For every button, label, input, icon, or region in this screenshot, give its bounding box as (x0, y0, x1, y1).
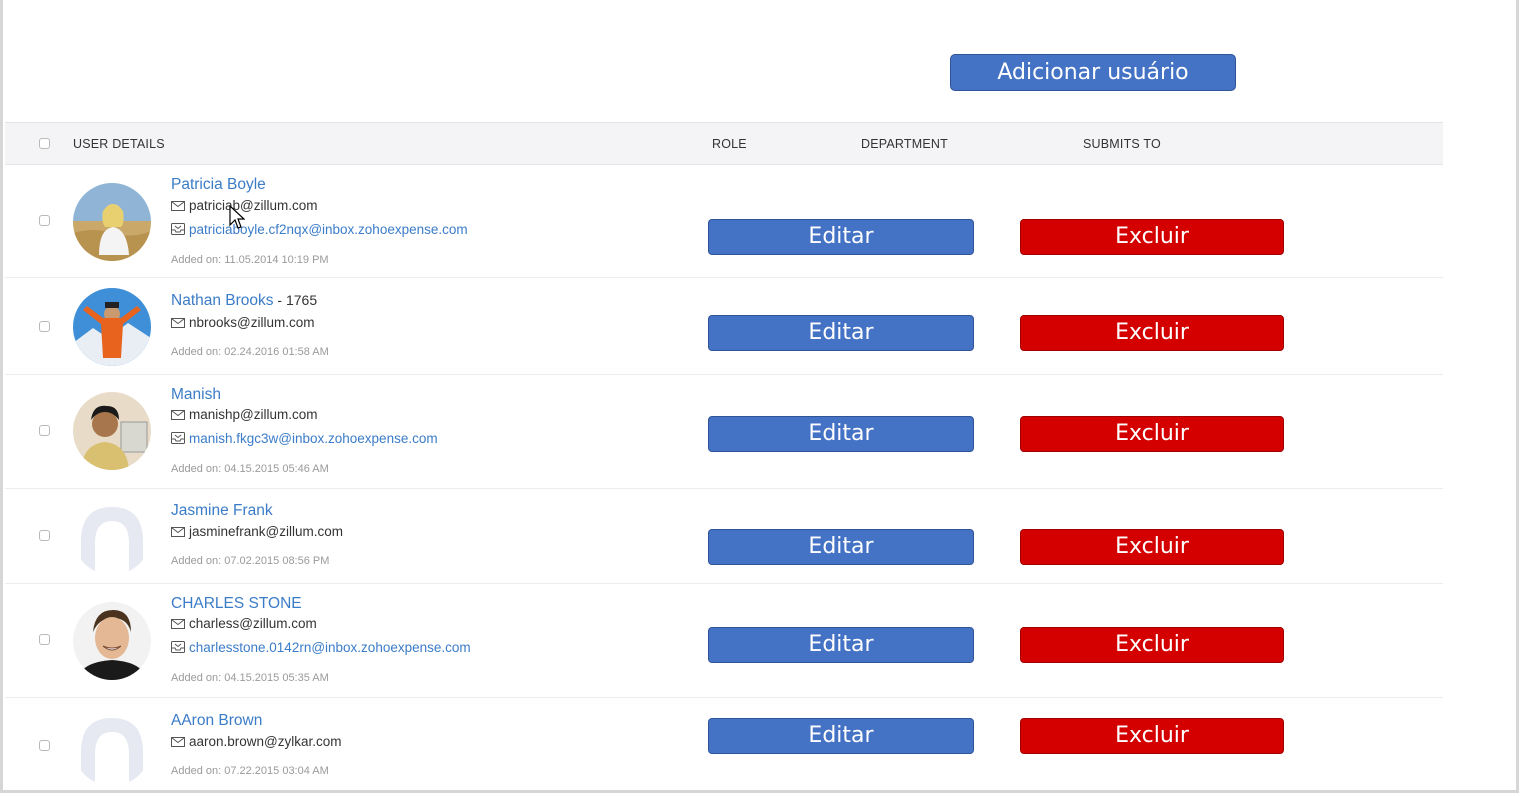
table-header: USER DETAILS ROLE DEPARTMENT SUBMITS TO (5, 122, 1443, 165)
user-inbox: patriciaboyle.cf2nqx@inbox.zohoexpense.c… (171, 222, 468, 237)
edit-button[interactable]: Editar (708, 718, 974, 754)
mouse-cursor-icon (229, 205, 245, 229)
added-on: Added on: 07.22.2015 03:04 AM (171, 765, 329, 777)
added-on: Added on: 04.15.2015 05:46 AM (171, 463, 329, 475)
table-row: Nathan Brooks - 1765 nbrooks@zillum.com … (5, 278, 1443, 375)
row-checkbox[interactable] (39, 321, 50, 332)
user-email-text: manishp@zillum.com (189, 407, 318, 422)
header-submits-to[interactable]: SUBMITS TO (1083, 123, 1161, 165)
edit-button[interactable]: Editar (708, 529, 974, 565)
delete-button[interactable]: Excluir (1020, 416, 1284, 452)
row-checkbox[interactable] (39, 530, 50, 541)
user-email-text: nbrooks@zillum.com (189, 315, 315, 330)
user-name-link[interactable]: Jasmine Frank (171, 502, 273, 520)
user-name-text: Nathan Brooks (171, 292, 274, 309)
edit-button[interactable]: Editar (708, 219, 974, 255)
header-user-details[interactable]: USER DETAILS (73, 123, 165, 165)
table-row: Patricia Boyle patriciab@zillum.com patr… (5, 165, 1443, 278)
mail-icon (171, 619, 185, 629)
edit-button[interactable]: Editar (708, 416, 974, 452)
delete-button[interactable]: Excluir (1020, 718, 1284, 754)
user-name-link[interactable]: CHARLES STONE (171, 595, 302, 613)
user-name-link[interactable]: Manish (171, 386, 221, 404)
header-department[interactable]: DEPARTMENT (861, 123, 948, 165)
row-checkbox[interactable] (39, 740, 50, 751)
add-user-button[interactable]: Adicionar usuário (950, 54, 1236, 91)
select-all-checkbox[interactable] (39, 138, 50, 149)
avatar (73, 602, 151, 680)
user-email-text: patriciab@zillum.com (189, 198, 318, 213)
table-row: CHARLES STONE charless@zillum.com charle… (5, 584, 1443, 698)
placeholder-avatar-icon (73, 708, 151, 786)
avatar (73, 288, 151, 366)
user-inbox: charlesstone.0142rn@inbox.zohoexpense.co… (171, 640, 471, 655)
mail-icon (171, 318, 185, 328)
edit-button[interactable]: Editar (708, 315, 974, 351)
inbox-email-link[interactable]: charlesstone.0142rn@inbox.zohoexpense.co… (189, 640, 471, 655)
user-inbox: manish.fkgc3w@inbox.zohoexpense.com (171, 431, 438, 446)
delete-button[interactable]: Excluir (1020, 219, 1284, 255)
added-on: Added on: 04.15.2015 05:35 AM (171, 672, 329, 684)
inbox-icon (171, 641, 185, 653)
delete-button[interactable]: Excluir (1020, 627, 1284, 663)
user-email: charless@zillum.com (171, 616, 317, 631)
header-role[interactable]: ROLE (712, 123, 747, 165)
added-on: Added on: 11.05.2014 10:19 PM (171, 254, 329, 266)
mail-icon (171, 527, 185, 537)
added-on: Added on: 07.02.2015 08:56 PM (171, 555, 330, 567)
mail-icon (171, 201, 185, 211)
delete-button[interactable]: Excluir (1020, 315, 1284, 351)
mail-icon (171, 410, 185, 420)
user-name-link[interactable]: Patricia Boyle (171, 176, 266, 194)
inbox-icon (171, 223, 185, 235)
row-checkbox[interactable] (39, 634, 50, 645)
mail-icon (171, 737, 185, 747)
edit-button[interactable]: Editar (708, 627, 974, 663)
user-name-link[interactable]: Nathan Brooks - 1765 (171, 292, 317, 310)
employee-id: - 1765 (273, 292, 318, 308)
user-name-link[interactable]: AAron Brown (171, 712, 262, 730)
table-row: Manish manishp@zillum.com manish.fkgc3w@… (5, 375, 1443, 489)
avatar (73, 183, 151, 261)
inbox-icon (171, 432, 185, 444)
added-on: Added on: 02.24.2016 01:58 AM (171, 346, 329, 358)
avatar (73, 392, 151, 470)
user-email-text: aaron.brown@zylkar.com (189, 734, 342, 749)
placeholder-avatar-icon (73, 497, 151, 575)
row-checkbox[interactable] (39, 215, 50, 226)
inbox-email-link[interactable]: manish.fkgc3w@inbox.zohoexpense.com (189, 431, 438, 446)
table-row: AAron Brown aaron.brown@zylkar.com Added… (5, 698, 1443, 790)
user-email-text: charless@zillum.com (189, 616, 317, 631)
delete-button[interactable]: Excluir (1020, 529, 1284, 565)
row-checkbox[interactable] (39, 425, 50, 436)
user-email: nbrooks@zillum.com (171, 315, 315, 330)
user-email-text: jasminefrank@zillum.com (189, 524, 343, 539)
table-row: Jasmine Frank jasminefrank@zillum.com Ad… (5, 489, 1443, 584)
user-email: jasminefrank@zillum.com (171, 524, 343, 539)
user-email: aaron.brown@zylkar.com (171, 734, 342, 749)
user-email: manishp@zillum.com (171, 407, 318, 422)
